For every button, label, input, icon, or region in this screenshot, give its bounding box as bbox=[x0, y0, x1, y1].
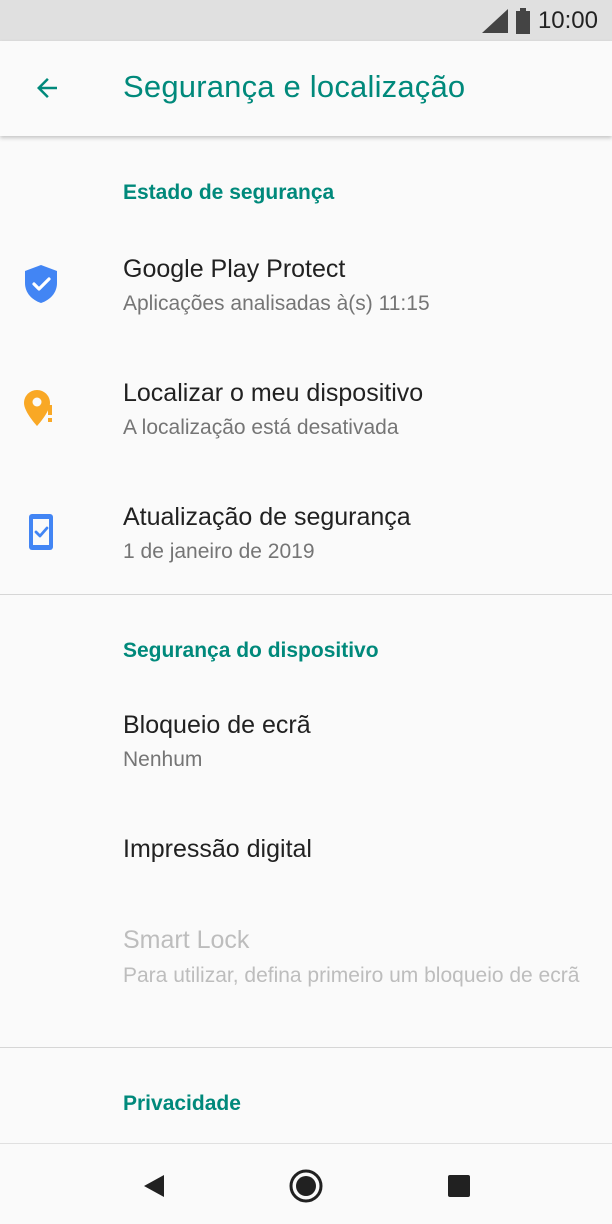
battery-icon bbox=[515, 7, 530, 34]
item-subtitle: Para utilizar, defina primeiro um bloque… bbox=[123, 964, 580, 987]
nav-back-button[interactable] bbox=[134, 1166, 174, 1206]
shield-check-icon bbox=[22, 264, 60, 304]
list-item-find-my-device[interactable]: Localizar o meu dispositivo A localizaçã… bbox=[0, 360, 612, 480]
divider bbox=[0, 1047, 612, 1048]
list-item-security-update[interactable]: Atualização de segurança 1 de janeiro de… bbox=[0, 484, 612, 604]
item-subtitle: Nenhum bbox=[123, 748, 203, 771]
back-triangle-icon bbox=[144, 1175, 164, 1197]
navigation-bar bbox=[0, 1143, 612, 1224]
nav-recents-button[interactable] bbox=[439, 1166, 479, 1206]
list-item-fingerprint[interactable]: Impressão digital bbox=[0, 816, 612, 906]
home-circle-icon bbox=[289, 1169, 323, 1203]
item-subtitle: Aplicações analisadas à(s) 11:15 bbox=[123, 292, 430, 315]
list-item-google-play-protect[interactable]: Google Play Protect Aplicações analisada… bbox=[0, 236, 612, 356]
phone-check-icon bbox=[22, 512, 60, 552]
item-title: Impressão digital bbox=[123, 835, 312, 863]
item-title: Smart Lock bbox=[123, 926, 250, 954]
location-alert-icon bbox=[22, 388, 60, 428]
nav-home-button[interactable] bbox=[286, 1166, 326, 1206]
app-bar: Segurança e localização bbox=[0, 41, 612, 136]
section-header-device-security: Segurança do dispositivo bbox=[123, 639, 379, 662]
divider bbox=[0, 594, 612, 595]
item-title: Google Play Protect bbox=[123, 255, 346, 283]
signal-icon bbox=[481, 8, 508, 33]
item-title: Atualização de segurança bbox=[123, 503, 411, 531]
item-title: Localizar o meu dispositivo bbox=[123, 379, 424, 407]
status-bar: 10:00 bbox=[0, 0, 612, 41]
page-title: Segurança e localização bbox=[123, 69, 466, 104]
screen: 10:00 Segurança e localização Estado de … bbox=[0, 0, 612, 1224]
list-item-screen-lock[interactable]: Bloqueio de ecrã Nenhum bbox=[0, 692, 612, 812]
list-item-smart-lock: Smart Lock Para utilizar, defina primeir… bbox=[0, 908, 612, 1048]
recents-square-icon bbox=[448, 1175, 470, 1197]
item-title: Bloqueio de ecrã bbox=[123, 711, 311, 739]
section-header-security-status: Estado de segurança bbox=[123, 181, 335, 204]
arrow-back-icon bbox=[37, 78, 57, 98]
section-header-privacy[interactable]: Privacidade bbox=[123, 1092, 241, 1116]
item-subtitle: A localização está desativada bbox=[123, 416, 399, 439]
item-subtitle: 1 de janeiro de 2019 bbox=[123, 540, 315, 563]
status-time: 10:00 bbox=[537, 6, 598, 34]
back-button[interactable] bbox=[24, 65, 70, 111]
